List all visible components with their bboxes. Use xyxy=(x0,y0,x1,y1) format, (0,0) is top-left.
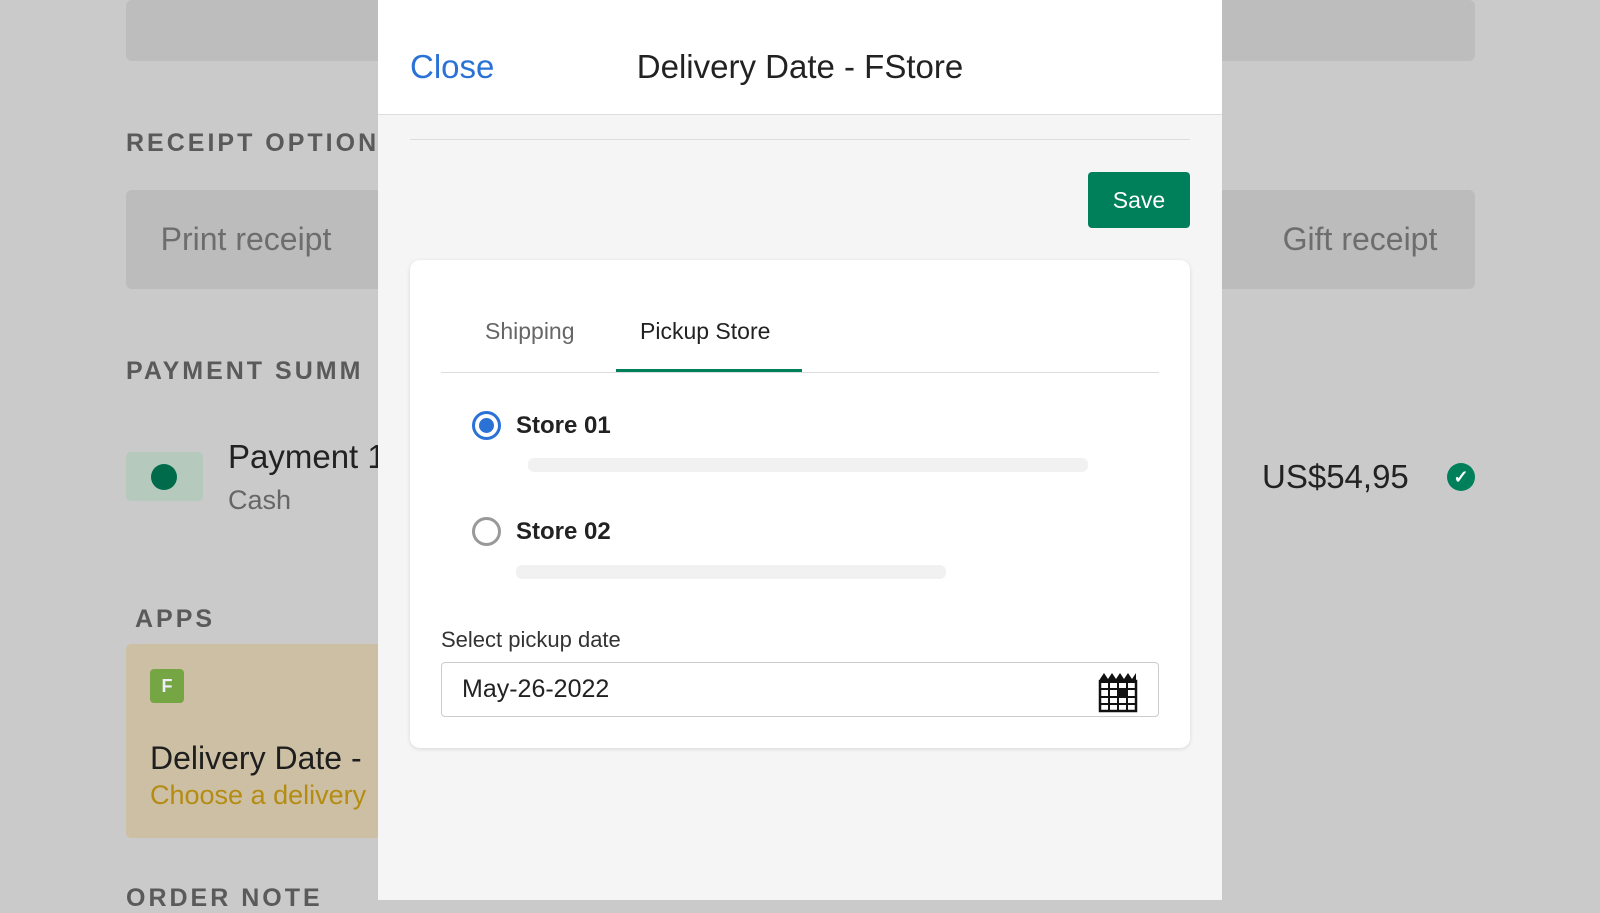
pickup-date-input[interactable]: May-26-2022 xyxy=(441,662,1159,717)
payment-amount: US$54,95 xyxy=(1262,458,1409,495)
store-02-label: Store 02 xyxy=(516,518,611,545)
payment-method: Cash xyxy=(228,485,292,515)
modal-header: Close Delivery Date - FStore xyxy=(378,0,1222,115)
check-circle-icon: ✓ xyxy=(1447,463,1475,491)
store-02-radio[interactable] xyxy=(472,517,501,546)
store-02-address-blurred xyxy=(516,565,946,579)
store-01-radio[interactable] xyxy=(472,411,501,440)
app-card[interactable]: F Delivery Date - Choose a delivery xyxy=(126,644,386,838)
print-receipt-label: Print receipt xyxy=(160,221,332,257)
app-title: Delivery Date - xyxy=(150,740,371,776)
receipt-options-heading: RECEIPT OPTION xyxy=(126,129,380,157)
pickup-card: Shipping Pickup Store Store 01 Store 02 … xyxy=(410,260,1190,748)
payment-summary-heading: PAYMENT SUMM xyxy=(126,357,364,385)
tab-pickup-store[interactable]: Pickup Store xyxy=(640,318,770,345)
app-subtitle: Choose a delivery xyxy=(150,780,367,810)
tab-divider xyxy=(441,372,1159,373)
cash-icon xyxy=(126,452,203,501)
apps-heading: APPS xyxy=(135,605,216,633)
date-label: Select pickup date xyxy=(441,627,621,652)
top-block-right xyxy=(1215,0,1475,61)
gift-receipt-button[interactable]: Gift receipt xyxy=(1215,190,1475,289)
gift-receipt-label: Gift receipt xyxy=(1282,221,1438,257)
print-receipt-button[interactable]: Print receipt xyxy=(126,190,386,289)
calendar-icon[interactable] xyxy=(1098,669,1138,713)
delivery-date-modal: Close Delivery Date - FStore Save Shippi… xyxy=(378,0,1222,900)
divider xyxy=(410,139,1190,140)
payment-name: Payment 1 xyxy=(228,438,386,475)
app-logo: F xyxy=(150,669,184,703)
date-value: May-26-2022 xyxy=(462,675,610,703)
modal-title: Delivery Date - FStore xyxy=(636,48,964,85)
order-note-heading: ORDER NOTE xyxy=(126,884,323,912)
top-block-left xyxy=(126,0,386,61)
save-button[interactable]: Save xyxy=(1088,172,1190,228)
store-01-address-blurred xyxy=(528,458,1088,472)
tab-shipping[interactable]: Shipping xyxy=(485,318,575,345)
store-01-label: Store 01 xyxy=(516,412,611,439)
